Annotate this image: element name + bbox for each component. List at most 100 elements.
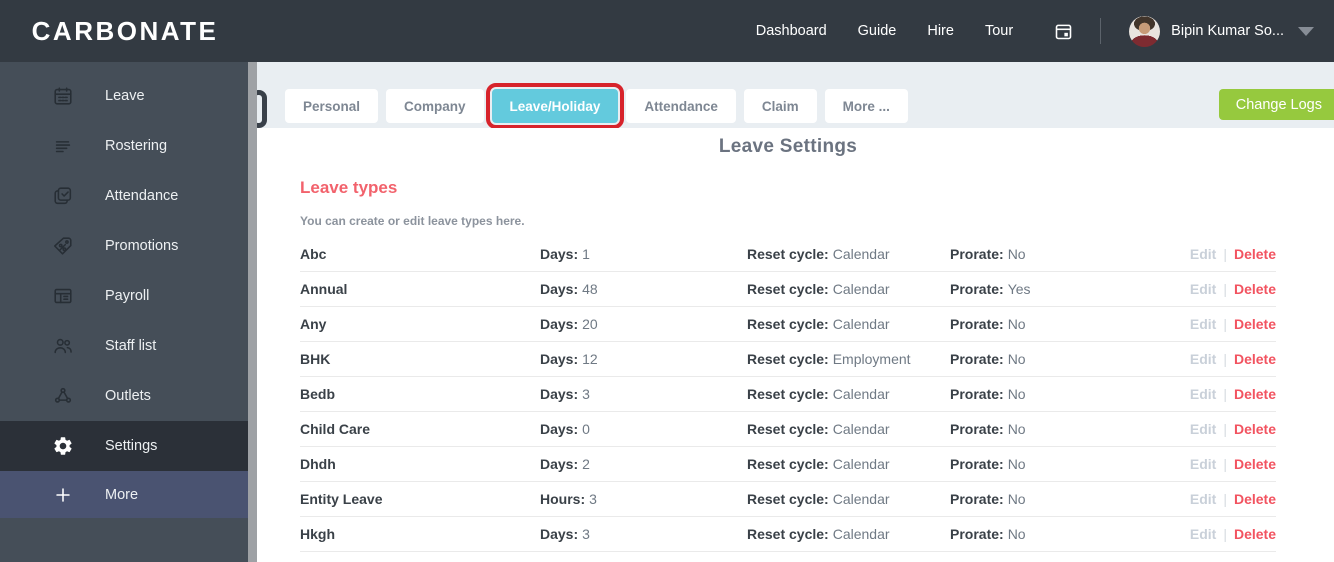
- leave-type-name: Bedb: [300, 386, 335, 402]
- change-logs-button[interactable]: Change Logs: [1218, 89, 1334, 120]
- edit-link[interactable]: Edit: [1190, 351, 1216, 367]
- leave-type-reset-cycle: Reset cycle: Calendar: [747, 386, 950, 402]
- edit-link[interactable]: Edit: [1190, 456, 1216, 472]
- page-title: Leave Settings: [718, 136, 858, 157]
- leave-type-prorate: Prorate: No: [950, 526, 1190, 542]
- leave-type-name: Annual: [300, 281, 348, 297]
- leave-type-prorate: Prorate: No: [950, 246, 1190, 262]
- leave-type-quantity: Days: 20: [540, 316, 747, 332]
- quantity-label: Days:: [540, 456, 579, 472]
- quantity-value: 3: [582, 526, 590, 542]
- leave-type-prorate: Prorate: No: [950, 456, 1190, 472]
- action-divider: |: [1223, 456, 1227, 472]
- leave-type-quantity: Days: 1: [540, 246, 747, 262]
- tab-company[interactable]: Company: [386, 89, 484, 123]
- calendar-icon[interactable]: [1053, 21, 1074, 42]
- quantity-value: 20: [582, 316, 598, 332]
- reset-cycle-label: Reset cycle:: [747, 246, 829, 262]
- prorate-value: No: [1007, 246, 1026, 262]
- tab-attendance[interactable]: Attendance: [626, 89, 736, 123]
- quantity-label: Days:: [540, 316, 579, 332]
- promotions-icon: [52, 235, 74, 257]
- caret-down-icon[interactable]: [1298, 26, 1314, 36]
- quantity-value: 3: [582, 386, 590, 402]
- delete-link[interactable]: Delete: [1234, 316, 1276, 332]
- brand-logo: CARBONATE: [31, 15, 219, 46]
- delete-link[interactable]: Delete: [1234, 456, 1276, 472]
- topnav-link-tour[interactable]: Tour: [985, 23, 1013, 39]
- leave-type-reset-cycle: Reset cycle: Calendar: [747, 421, 950, 437]
- delete-link[interactable]: Delete: [1234, 281, 1276, 297]
- sidebar-item-attendance[interactable]: Attendance: [0, 171, 248, 221]
- prorate-value: No: [1007, 491, 1026, 507]
- action-divider: |: [1223, 421, 1227, 437]
- prorate-label: Prorate:: [950, 246, 1004, 262]
- staff-icon: [52, 335, 74, 357]
- delete-link[interactable]: Delete: [1234, 491, 1276, 507]
- edit-link[interactable]: Edit: [1190, 491, 1216, 507]
- row-actions: Edit | Delete: [1190, 316, 1276, 332]
- row-actions: Edit | Delete: [1190, 526, 1276, 542]
- delete-link[interactable]: Delete: [1234, 351, 1276, 367]
- sidebar-item-leave[interactable]: Leave: [0, 71, 248, 121]
- tab-label: Leave/Holiday: [509, 98, 601, 114]
- leave-type-prorate: Prorate: No: [950, 421, 1190, 437]
- row-actions: Edit | Delete: [1190, 281, 1276, 297]
- prorate-label: Prorate:: [950, 386, 1004, 402]
- leave-type-row: Any Days: 20 Reset cycle: Calendar Prorate…: [300, 307, 1276, 342]
- leave-type-row: Dhdh Days: 2 Reset cycle: Calendar Prorate…: [300, 447, 1276, 482]
- sidebar-scrollbar[interactable]: [248, 62, 257, 562]
- reset-cycle-label: Reset cycle:: [747, 281, 829, 297]
- tab-more[interactable]: More ...: [824, 89, 908, 123]
- edit-link[interactable]: Edit: [1190, 386, 1216, 402]
- sidebar-item-more[interactable]: More: [0, 471, 248, 518]
- topnav-link-guide[interactable]: Guide: [858, 23, 897, 39]
- reset-cycle-value: Calendar: [832, 421, 890, 437]
- tab-claim[interactable]: Claim: [743, 89, 817, 123]
- quantity-value: 3: [589, 491, 597, 507]
- leave-type-prorate: Prorate: No: [950, 491, 1190, 507]
- user-name[interactable]: Bipin Kumar So...: [1171, 23, 1284, 39]
- edit-link[interactable]: Edit: [1190, 281, 1216, 297]
- quantity-value: 1: [582, 246, 590, 262]
- sidebar: Leave Rostering Attendance Promotions Pa…: [0, 62, 248, 562]
- sidebar-item-staff-list[interactable]: Staff list: [0, 321, 248, 371]
- rostering-icon: [52, 135, 74, 157]
- reset-cycle-value: Calendar: [832, 386, 890, 402]
- tab-label: Attendance: [644, 98, 718, 114]
- reset-cycle-label: Reset cycle:: [747, 526, 829, 542]
- leave-type-quantity: Days: 48: [540, 281, 747, 297]
- sidebar-item-rostering[interactable]: Rostering: [0, 121, 248, 171]
- reset-cycle-value: Calendar: [832, 456, 890, 472]
- edit-link[interactable]: Edit: [1190, 526, 1216, 542]
- sidebar-item-payroll[interactable]: Payroll: [0, 271, 248, 321]
- delete-link[interactable]: Delete: [1234, 526, 1276, 542]
- leave-type-quantity: Days: 2: [540, 456, 747, 472]
- sidebar-item-outlets[interactable]: Outlets: [0, 371, 248, 421]
- leave-type-reset-cycle: Reset cycle: Calendar: [747, 456, 950, 472]
- tab-leave-holiday[interactable]: Leave/Holiday: [485, 83, 625, 129]
- delete-link[interactable]: Delete: [1234, 421, 1276, 437]
- topnav-link-hire[interactable]: Hire: [927, 23, 954, 39]
- quantity-value: 2: [582, 456, 590, 472]
- reset-cycle-value: Calendar: [832, 281, 890, 297]
- prorate-value: No: [1007, 351, 1026, 367]
- sidebar-item-settings[interactable]: Settings: [0, 421, 248, 471]
- leave-type-quantity: Days: 12: [540, 351, 747, 367]
- prorate-label: Prorate:: [950, 526, 1004, 542]
- quantity-value: 0: [582, 421, 590, 437]
- tab-personal[interactable]: Personal: [285, 89, 379, 123]
- leave-type-row: Annual Days: 48 Reset cycle: Calendar Pror…: [300, 272, 1276, 307]
- edit-link[interactable]: Edit: [1190, 316, 1216, 332]
- app-window: CARBONATE Dashboard Guide Hire Tour Bipi…: [0, 0, 1334, 562]
- delete-link[interactable]: Delete: [1234, 246, 1276, 262]
- topnav-link-dashboard[interactable]: Dashboard: [756, 23, 827, 39]
- delete-link[interactable]: Delete: [1234, 386, 1276, 402]
- edit-link[interactable]: Edit: [1190, 421, 1216, 437]
- edit-link[interactable]: Edit: [1190, 246, 1216, 262]
- leave-type-prorate: Prorate: No: [950, 316, 1190, 332]
- avatar[interactable]: [1129, 15, 1161, 47]
- sidebar-item-label: Outlets: [105, 388, 151, 404]
- sidebar-item-promotions[interactable]: Promotions: [0, 221, 248, 271]
- reset-cycle-label: Reset cycle:: [747, 491, 829, 507]
